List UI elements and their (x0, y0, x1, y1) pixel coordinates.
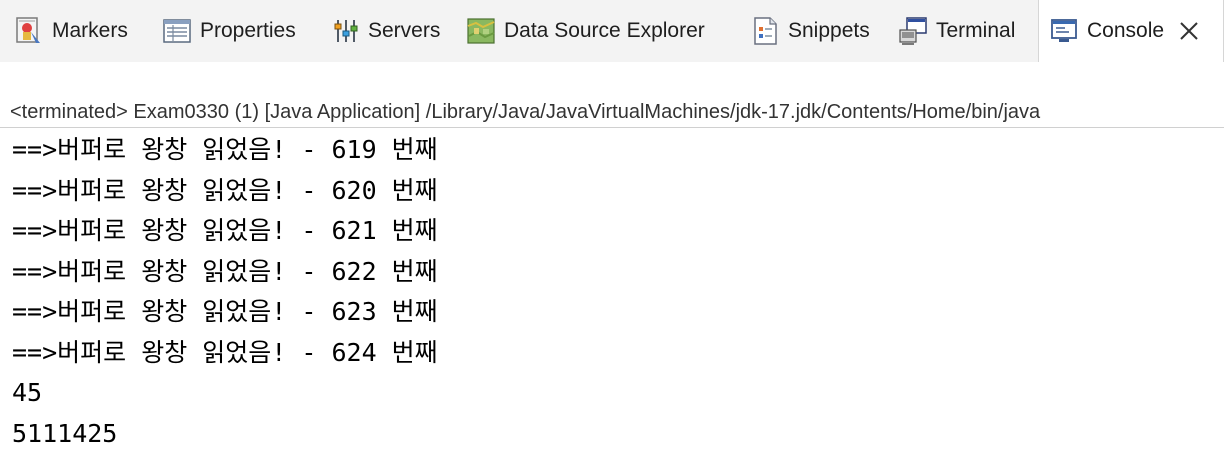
data-source-explorer-icon (466, 16, 496, 46)
console-line: 45 (12, 378, 43, 407)
terminal-icon (898, 16, 928, 46)
properties-icon (162, 16, 192, 46)
console-line: ==>버퍼로 왕창 읽었음! - 623 번째 (12, 297, 438, 326)
tab-servers[interactable]: Servers (330, 0, 440, 62)
console-line: ==>버퍼로 왕창 읽었음! - 622 번째 (12, 256, 438, 286)
tab-label: Properties (200, 19, 296, 42)
tab-label: Data Source Explorer (504, 19, 705, 42)
close-icon[interactable] (1178, 20, 1200, 42)
tab-label: Console (1087, 19, 1165, 42)
console-line: ==>버퍼로 왕창 읽었음! - 624 번째 (12, 337, 438, 367)
divider (0, 127, 1224, 128)
console-line: ==>버퍼로 왕창 읽었음! - 619 번째 (12, 135, 438, 164)
tab-label: Snippets (788, 19, 870, 42)
markers-icon (14, 16, 44, 46)
tab-snippets[interactable]: Snippets (750, 0, 870, 62)
tab-label: Servers (368, 19, 441, 42)
tab-terminal[interactable]: Terminal (898, 0, 1015, 62)
tab-label: Terminal (936, 19, 1016, 42)
snippets-icon (750, 16, 780, 46)
console-line: 5111425 (12, 418, 118, 448)
console-line: ==>버퍼로 왕창 읽었음! - 621 번째 (12, 216, 438, 245)
servers-icon (330, 16, 360, 46)
tab-markers[interactable]: Markers (14, 0, 128, 62)
tab-console[interactable]: Console (1038, 0, 1224, 62)
view-tab-bar: Markers Properties Servers Data Source E… (0, 0, 1224, 62)
console-output[interactable]: ==>버퍼로 왕창 읽었음! - 619 번째 ==>버퍼로 왕창 읽었음! -… (12, 130, 1212, 460)
tab-properties[interactable]: Properties (162, 0, 296, 62)
console-process-status: <terminated> Exam0330 (1) [Java Applicat… (10, 101, 1041, 123)
console-line: ==>버퍼로 왕창 읽었음! - 620 번째 (12, 175, 438, 205)
tab-label: Markers (52, 19, 128, 42)
tab-data-source-explorer[interactable]: Data Source Explorer (466, 0, 705, 62)
console-icon (1049, 16, 1079, 46)
console-toolbar-area (0, 62, 1224, 96)
